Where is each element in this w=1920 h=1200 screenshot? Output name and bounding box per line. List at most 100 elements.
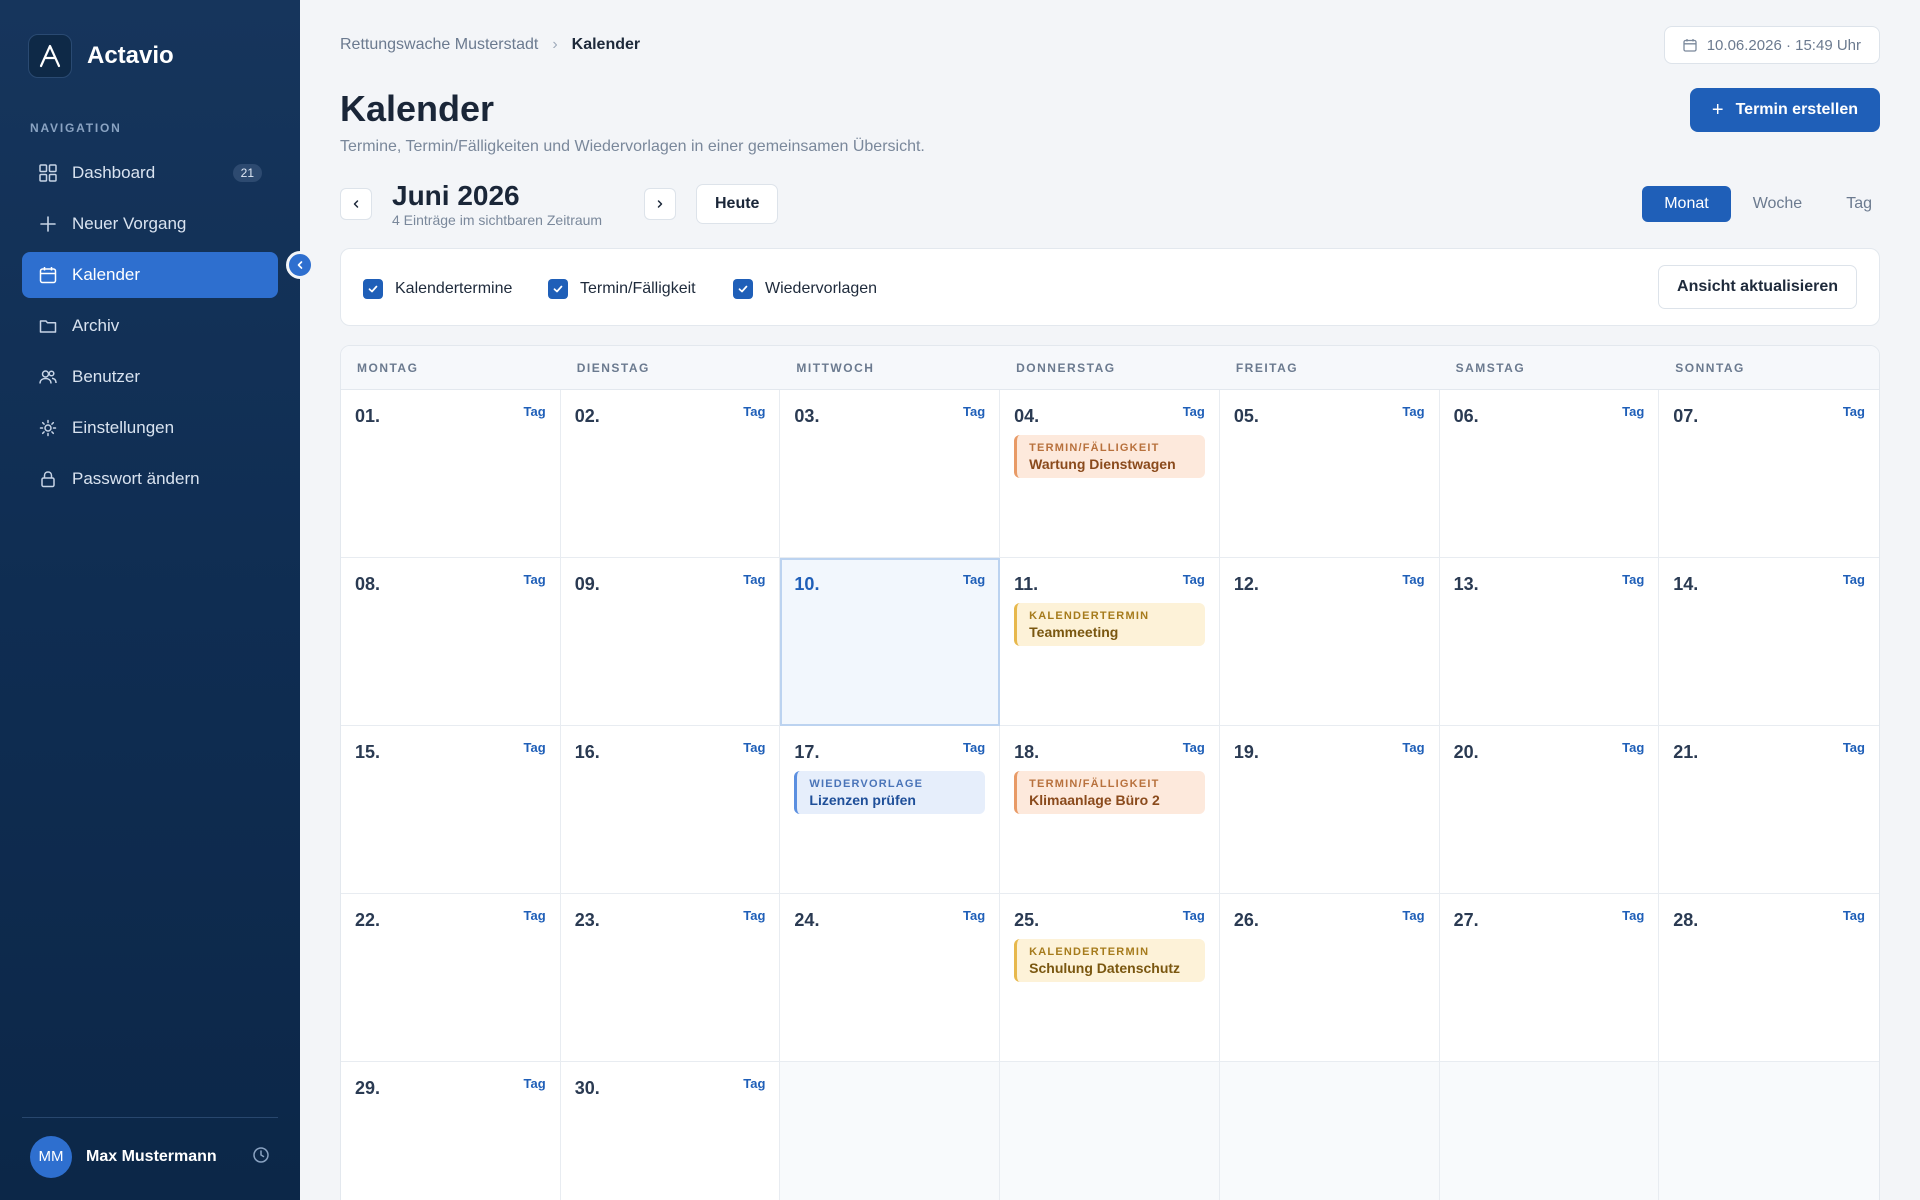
day-cell[interactable]: 06. Tag xyxy=(1439,390,1660,558)
day-view-link[interactable]: Tag xyxy=(1402,572,1424,587)
day-view-link[interactable]: Tag xyxy=(1622,908,1644,923)
sidebar-item-dashboard[interactable]: Dashboard 21 xyxy=(22,150,278,196)
day-cell[interactable]: 05. Tag xyxy=(1219,390,1440,558)
sidebar-item-archiv[interactable]: Archiv xyxy=(22,303,278,349)
day-view-link[interactable]: Tag xyxy=(1622,572,1644,587)
day-cell[interactable]: 28. Tag xyxy=(1659,894,1879,1062)
view-month-button[interactable]: Monat xyxy=(1642,186,1731,222)
calendar-event[interactable]: TERMIN/FÄLLIGKEIT Klimaanlage Büro 2 xyxy=(1014,771,1205,814)
day-view-link[interactable]: Tag xyxy=(524,908,546,923)
day-cell[interactable]: 11. Tag KALENDERTERMIN Teammeeting xyxy=(1000,558,1220,726)
day-view-link[interactable]: Tag xyxy=(963,404,985,419)
filter-wiedervorlagen[interactable]: Wiedervorlagen xyxy=(733,279,877,299)
weekday-label: SAMSTAG xyxy=(1455,361,1526,375)
sidebar-item-benutzer[interactable]: Benutzer xyxy=(22,354,278,400)
calendar-event[interactable]: KALENDERTERMIN Teammeeting xyxy=(1014,603,1205,646)
day-view-link[interactable]: Tag xyxy=(1183,740,1205,755)
sidebar-item-passwort-aendern[interactable]: Passwort ändern xyxy=(22,456,278,502)
sidebar-item-kalender[interactable]: Kalender xyxy=(22,252,278,298)
sidebar-collapse-button[interactable] xyxy=(286,251,314,279)
empty-day-cell xyxy=(780,1062,1001,1200)
day-cell[interactable]: 03. Tag xyxy=(780,390,1001,558)
filter-termin-faelligkeit[interactable]: Termin/Fälligkeit xyxy=(548,279,696,299)
day-view-link[interactable]: Tag xyxy=(1183,404,1205,419)
day-cell[interactable]: 19. Tag xyxy=(1219,726,1440,894)
day-view-link[interactable]: Tag xyxy=(743,404,765,419)
checkbox-checked-icon[interactable] xyxy=(363,279,383,299)
day-number: 03. xyxy=(794,406,820,426)
day-cell[interactable]: 16. Tag xyxy=(560,726,781,894)
avatar[interactable]: MM xyxy=(30,1135,72,1178)
day-cell[interactable]: 22. Tag xyxy=(341,894,561,1062)
sidebar-item-einstellungen[interactable]: Einstellungen xyxy=(22,405,278,451)
calendar-event[interactable]: TERMIN/FÄLLIGKEIT Wartung Dienstwagen xyxy=(1014,435,1205,478)
day-cell[interactable]: 23. Tag xyxy=(560,894,781,1062)
users-icon xyxy=(38,367,58,387)
day-cell[interactable]: 01. Tag xyxy=(341,390,561,558)
day-cell[interactable]: 18. Tag TERMIN/FÄLLIGKEIT Klimaanlage Büro … xyxy=(1000,726,1220,894)
logout-icon[interactable] xyxy=(252,1146,270,1169)
filter-label: Wiedervorlagen xyxy=(765,280,878,297)
day-number: 19. xyxy=(1233,742,1259,762)
prev-month-button[interactable] xyxy=(340,188,372,220)
day-cell[interactable]: 13. Tag xyxy=(1439,558,1660,726)
sidebar-item-label: Neuer Vorgang xyxy=(72,214,187,233)
day-cell[interactable]: 15. Tag xyxy=(341,726,561,894)
day-view-link[interactable]: Tag xyxy=(963,740,985,755)
day-cell[interactable]: 20. Tag xyxy=(1439,726,1660,894)
day-view-link[interactable]: Tag xyxy=(743,908,765,923)
day-view-link[interactable]: Tag xyxy=(963,572,985,587)
day-view-link[interactable]: Tag xyxy=(524,572,546,587)
day-view-link[interactable]: Tag xyxy=(1622,404,1644,419)
day-view-link[interactable]: Tag xyxy=(743,1076,765,1091)
day-view-link[interactable]: Tag xyxy=(1843,740,1865,755)
day-cell[interactable]: 24. Tag xyxy=(780,894,1001,1062)
day-cell[interactable]: 30. Tag xyxy=(561,1062,781,1200)
day-cell[interactable]: 14. Tag xyxy=(1659,558,1879,726)
day-view-link[interactable]: Tag xyxy=(524,1076,546,1091)
create-appointment-button[interactable]: + Termin erstellen xyxy=(1689,88,1880,132)
day-cell[interactable]: 26. Tag xyxy=(1219,894,1440,1062)
sidebar-item-neuer-vorgang[interactable]: Neuer Vorgang xyxy=(22,201,278,247)
refresh-view-button[interactable]: Ansicht aktualisieren xyxy=(1658,265,1857,309)
day-cell[interactable]: 07. Tag xyxy=(1659,390,1879,558)
day-view-link[interactable]: Tag xyxy=(963,908,985,923)
day-cell[interactable]: 27. Tag xyxy=(1439,894,1660,1062)
day-cell[interactable]: 04. Tag TERMIN/FÄLLIGKEIT Wartung Dienstwag… xyxy=(1000,390,1220,558)
brand[interactable]: Actavio xyxy=(28,34,174,78)
day-view-link[interactable]: Tag xyxy=(1843,572,1865,587)
day-cell[interactable]: 02. Tag xyxy=(560,390,781,558)
filter-kalendertermine[interactable]: Kalendertermine xyxy=(363,279,512,299)
day-view-link[interactable]: Tag xyxy=(1843,404,1865,419)
calendar-event[interactable]: WIEDERVORLAGE Lizenzen prüfen xyxy=(794,771,986,814)
day-view-link[interactable]: Tag xyxy=(1622,740,1644,755)
day-view-link[interactable]: Tag xyxy=(524,740,546,755)
day-view-link[interactable]: Tag xyxy=(524,404,546,419)
day-view-link[interactable]: Tag xyxy=(1402,404,1424,419)
checkbox-checked-icon[interactable] xyxy=(548,279,568,299)
day-view-link[interactable]: Tag xyxy=(1402,740,1424,755)
day-cell[interactable]: 17. Tag WIEDERVORLAGE Lizenzen prüfen xyxy=(780,726,1001,894)
day-cell[interactable]: 12. Tag xyxy=(1219,558,1440,726)
day-view-link[interactable]: Tag xyxy=(1402,908,1424,923)
day-view-link[interactable]: Tag xyxy=(1843,908,1865,923)
day-cell[interactable]: 25. Tag KALENDERTERMIN Schulung Datenschutz xyxy=(1000,894,1220,1062)
view-switcher: Monat Woche Tag xyxy=(1642,186,1894,222)
day-view-link[interactable]: Tag xyxy=(743,740,765,755)
breadcrumb-item-station[interactable]: Rettungswache Musterstadt xyxy=(340,36,538,54)
today-button[interactable]: Heute xyxy=(696,184,779,224)
day-view-link[interactable]: Tag xyxy=(1183,908,1205,923)
day-number: 13. xyxy=(1453,574,1479,594)
checkbox-checked-icon[interactable] xyxy=(733,279,753,299)
day-cell[interactable]: 21. Tag xyxy=(1659,726,1879,894)
day-cell[interactable]: 29. Tag xyxy=(341,1062,561,1200)
view-week-button[interactable]: Woche xyxy=(1731,186,1825,222)
day-cell[interactable]: 10. Tag xyxy=(780,558,1001,726)
day-view-link[interactable]: Tag xyxy=(743,572,765,587)
day-cell[interactable]: 09. Tag xyxy=(560,558,781,726)
calendar-event[interactable]: KALENDERTERMIN Schulung Datenschutz xyxy=(1014,939,1205,982)
next-month-button[interactable] xyxy=(644,188,676,220)
day-cell[interactable]: 08. Tag xyxy=(341,558,561,726)
day-view-link[interactable]: Tag xyxy=(1183,572,1205,587)
view-day-button[interactable]: Tag xyxy=(1824,186,1894,222)
